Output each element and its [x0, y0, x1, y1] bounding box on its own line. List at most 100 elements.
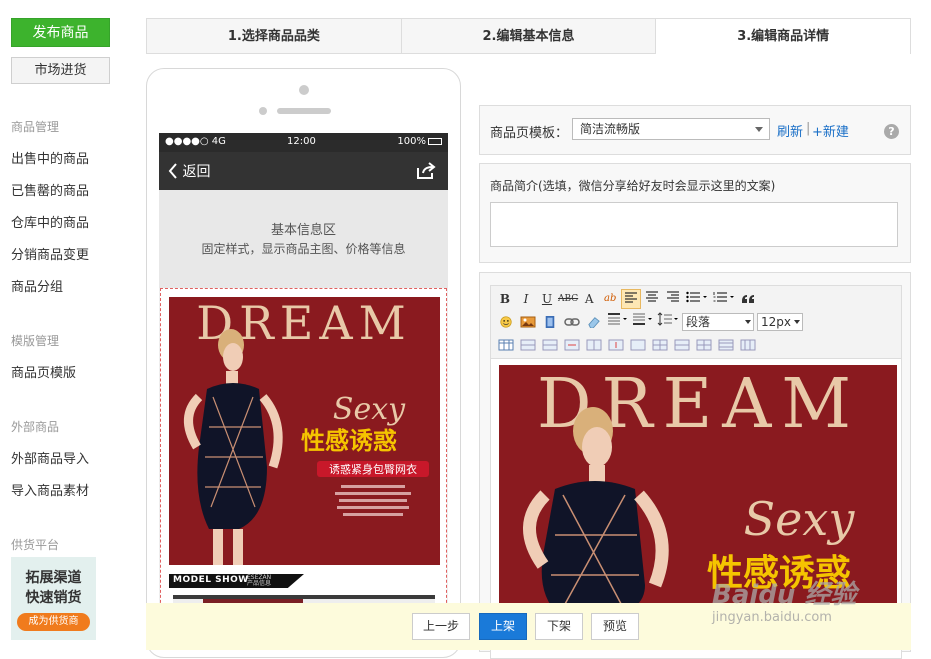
market-purchase-button[interactable]: 市场进货	[11, 57, 110, 84]
merge-cells-icon[interactable]	[630, 339, 646, 351]
merge-right-icon[interactable]	[652, 339, 668, 351]
nav-group-title: 模版管理	[11, 334, 60, 348]
share-icon[interactable]	[416, 162, 436, 180]
nav-item-external-import[interactable]: 外部商品导入	[11, 448, 89, 467]
battery-text: 100%	[397, 136, 426, 147]
eraser-icon[interactable]	[586, 316, 602, 328]
blockquote-button[interactable]	[738, 289, 758, 309]
spacing-before-icon	[608, 313, 627, 325]
model-show-text: MODEL SHOW	[173, 575, 249, 585]
phone-camera	[299, 85, 309, 95]
ordered-list-button[interactable]	[711, 289, 737, 309]
nav-item-warehouse[interactable]: 仓库中的商品	[11, 212, 89, 231]
line-height-button[interactable]	[655, 312, 681, 332]
publish-product-button[interactable]: 发布商品	[11, 18, 110, 47]
merge-down-icon[interactable]	[674, 339, 690, 351]
strikethrough-button[interactable]: ABC	[558, 289, 578, 309]
insert-column-icon[interactable]	[586, 339, 602, 351]
model-show-sub: ESEZAN 产品信息	[247, 575, 271, 587]
chevron-down-icon	[794, 320, 800, 324]
font-size-select[interactable]: 12px	[757, 313, 803, 331]
tab-edit-details[interactable]: 3.编辑商品详情	[656, 19, 911, 54]
supplier-promo-banner[interactable]: 拓展渠道 快速销货 成为供货商	[11, 557, 96, 640]
refresh-link[interactable]: 刷新	[777, 121, 803, 140]
phone-sensor	[259, 107, 267, 115]
video-icon[interactable]	[542, 316, 558, 328]
background-color-button[interactable]: ab	[600, 289, 620, 309]
align-right-icon	[667, 291, 680, 302]
line-height-icon	[657, 312, 678, 326]
nav-item-on-sale[interactable]: 出售中的商品	[11, 148, 89, 167]
table-icon[interactable]	[498, 339, 514, 351]
bullet-list-icon	[686, 291, 708, 303]
image-icon[interactable]	[520, 316, 536, 328]
phone-title-bar: 返回	[159, 152, 448, 190]
previous-step-button[interactable]: 上一步	[412, 613, 470, 640]
spacing-after-icon	[633, 313, 652, 325]
become-supplier-button[interactable]: 成为供货商	[17, 613, 90, 631]
publish-on-shelf-button[interactable]: 上架	[479, 613, 527, 640]
toolbar-row: B I U ABC A ab	[495, 288, 759, 310]
paragraph-spacing-after-button[interactable]	[630, 312, 654, 332]
underline-button[interactable]: U	[537, 289, 557, 309]
emoji-icon[interactable]	[498, 316, 514, 328]
poster-script-text: Sexy	[744, 492, 856, 546]
tab-edit-basic-info[interactable]: 2.编辑基本信息	[401, 19, 657, 54]
split-columns-icon[interactable]	[740, 339, 756, 351]
paragraph-format-value: 段落	[686, 315, 711, 329]
nav-item-product-groups[interactable]: 商品分组	[11, 276, 63, 295]
insert-row-below-icon[interactable]	[542, 339, 558, 351]
split-rows-icon[interactable]	[718, 339, 734, 351]
nav-item-page-templates[interactable]: 商品页模版	[11, 362, 76, 381]
align-right-button[interactable]	[663, 289, 683, 309]
preview-button[interactable]: 预览	[591, 613, 639, 640]
product-intro-textarea[interactable]	[490, 202, 898, 247]
nav-group-title: 供货平台	[11, 538, 60, 552]
font-color-button[interactable]: A	[579, 289, 599, 309]
nav-group-title: 外部商品	[11, 420, 60, 434]
nav-item-distribution-change[interactable]: 分销商品变更	[11, 244, 89, 263]
back-button[interactable]: 返回	[168, 161, 210, 181]
font-size-value: 12px	[761, 315, 791, 329]
nav-item-import-materials[interactable]: 导入商品素材	[11, 480, 89, 499]
delete-row-icon[interactable]	[564, 339, 580, 351]
detail-preview-area[interactable]: DREAM Sexy 性感诱惑 诱惑紧身包臀网衣 MODEL SHOW ESEZ…	[160, 288, 447, 613]
bold-button[interactable]: B	[495, 289, 515, 309]
model-show-subtitle: 产品信息	[247, 580, 272, 587]
product-poster-image: DREAM Sexy 性感诱惑 诱惑紧身包臀网衣	[169, 297, 440, 565]
baidu-watermark: Baidu 经验	[712, 580, 857, 610]
unordered-list-button[interactable]	[684, 289, 710, 309]
align-center-button[interactable]	[642, 289, 662, 309]
basic-info-subtitle: 固定样式，显示商品主图、价格等信息	[201, 242, 406, 256]
model-show-header: MODEL SHOW ESEZAN 产品信息	[169, 574, 440, 588]
chevron-down-icon	[745, 320, 751, 324]
split-cells-icon[interactable]	[696, 339, 712, 351]
link-separator: |	[806, 121, 811, 136]
numbered-list-icon	[713, 292, 735, 302]
template-select[interactable]: 简洁流畅版	[572, 118, 770, 140]
help-icon[interactable]: ?	[884, 124, 899, 139]
link-icon[interactable]	[564, 316, 580, 328]
delete-column-icon[interactable]	[608, 339, 624, 351]
align-left-button[interactable]	[621, 289, 642, 309]
paragraph-format-select[interactable]: 段落	[682, 313, 754, 331]
phone-speaker	[277, 108, 331, 114]
insert-row-above-icon[interactable]	[520, 339, 536, 351]
toolbar-row	[495, 334, 759, 356]
battery-icon	[428, 138, 442, 145]
paragraph-spacing-before-button[interactable]	[605, 312, 629, 332]
toolbar-row: 段落 12px	[495, 311, 806, 333]
new-template-link[interactable]: +新建	[812, 121, 849, 140]
take-off-shelf-button[interactable]: 下架	[535, 613, 583, 640]
align-center-icon	[646, 291, 659, 302]
poster-script-text: Sexy	[333, 392, 406, 427]
editor-toolbar: B I U ABC A ab 段落 12px	[490, 285, 902, 359]
status-time: 12:00	[287, 136, 316, 147]
status-bar: ●●●●○ 4G 12:00 100%	[159, 133, 448, 152]
italic-button[interactable]: I	[516, 289, 536, 309]
chevron-left-icon	[168, 163, 177, 179]
product-intro-panel: 商品简介(选填，微信分享给好友时会显示这里的文案)	[479, 163, 911, 263]
tab-select-category[interactable]: 1.选择商品品类	[147, 19, 402, 54]
nav-item-sold-out[interactable]: 已售罄的商品	[11, 180, 89, 199]
template-label: 商品页模板：	[490, 126, 569, 141]
